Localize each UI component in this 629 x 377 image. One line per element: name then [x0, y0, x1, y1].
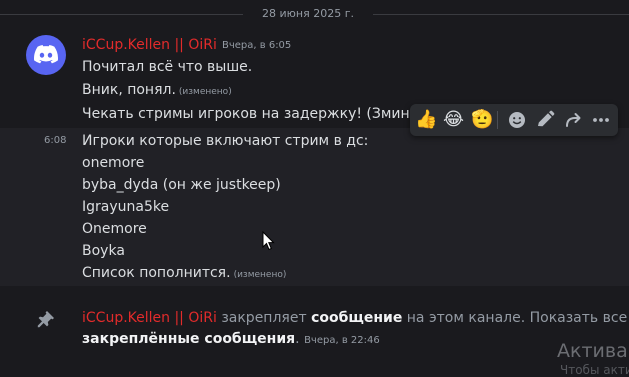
windows-activation-watermark: Активац [557, 340, 629, 362]
message-line: Почитал всё что выше. [82, 59, 253, 75]
pin-system-message: iCCup.Kellen || OiRi закрепляет сообщени… [82, 310, 627, 326]
message-line-text: Вник, понял. [82, 82, 176, 98]
joy-icon: 😂 [443, 109, 465, 130]
edited-label: (изменено) [233, 270, 287, 280]
date-divider-label: 28 июня 2025 г. [262, 7, 354, 20]
reply-button[interactable] [560, 107, 586, 133]
message-line: Boyka [82, 243, 125, 259]
reply-icon [566, 113, 581, 127]
divider-line-left [0, 14, 243, 15]
more-icon [593, 118, 609, 122]
reaction-salute[interactable]: 🫡 [468, 107, 494, 133]
edited-label: (изменено) [178, 87, 232, 97]
message-line: byba_dyda (он же justkeep) [82, 177, 281, 193]
edit-icon [538, 110, 555, 127]
message-line: Onemore [82, 221, 147, 237]
message-line: Список пополнится. (изменено) [82, 265, 286, 281]
edit-button[interactable] [532, 107, 558, 133]
system-timestamp[interactable]: Вчера, в 22:46 [304, 335, 380, 346]
message-author[interactable]: iCCup.Kellen || OiRi [82, 37, 217, 53]
message-line: Igrayuna5ke [82, 199, 170, 215]
message-timestamp[interactable]: Вчера, в 6:05 [222, 40, 291, 51]
pinned-messages-link[interactable]: закреплённые сообщения [82, 331, 295, 347]
system-text: закрепляет [221, 310, 307, 326]
thumbs-up-icon: 👍 [415, 109, 438, 130]
mouse-cursor-icon [262, 230, 276, 255]
system-author[interactable]: iCCup.Kellen || OiRi [82, 310, 217, 326]
more-button[interactable] [588, 107, 614, 133]
avatar[interactable] [26, 35, 66, 75]
toolbar-separator [497, 111, 498, 129]
add-reaction-icon [509, 112, 525, 128]
reaction-thumbs-up[interactable]: 👍 [412, 107, 438, 133]
message-action-toolbar: 👍 😂 🫡 [410, 104, 618, 136]
hover-timestamp: 6:08 [44, 135, 67, 146]
date-divider: 28 июня 2025 г. [0, 4, 629, 24]
message-line: onemore [82, 155, 145, 171]
pinned-message-link[interactable]: сообщение [311, 310, 402, 326]
reaction-joy[interactable]: 😂 [440, 107, 466, 133]
pin-system-message-line2: закреплённые сообщения. Вчера, в 22:46 [82, 331, 380, 347]
system-text: на этом канале. Показать все [406, 310, 628, 326]
message-line: Чекать стримы игроков на задержку! (Змин… [82, 106, 410, 122]
message-line: Вник, понял. (изменено) [82, 82, 232, 98]
discord-logo-icon [34, 45, 58, 64]
message-line: Игроки которые включают стрим в дс: [82, 133, 369, 149]
add-reaction-button[interactable] [504, 107, 530, 133]
salute-icon: 🫡 [471, 109, 494, 130]
windows-activation-watermark-sub: Чтобы акти [560, 363, 629, 377]
pin-icon [36, 309, 56, 333]
divider-line-right [373, 14, 629, 15]
system-dot: . [295, 331, 300, 347]
message-line-text: Список пополнится. [82, 265, 231, 281]
